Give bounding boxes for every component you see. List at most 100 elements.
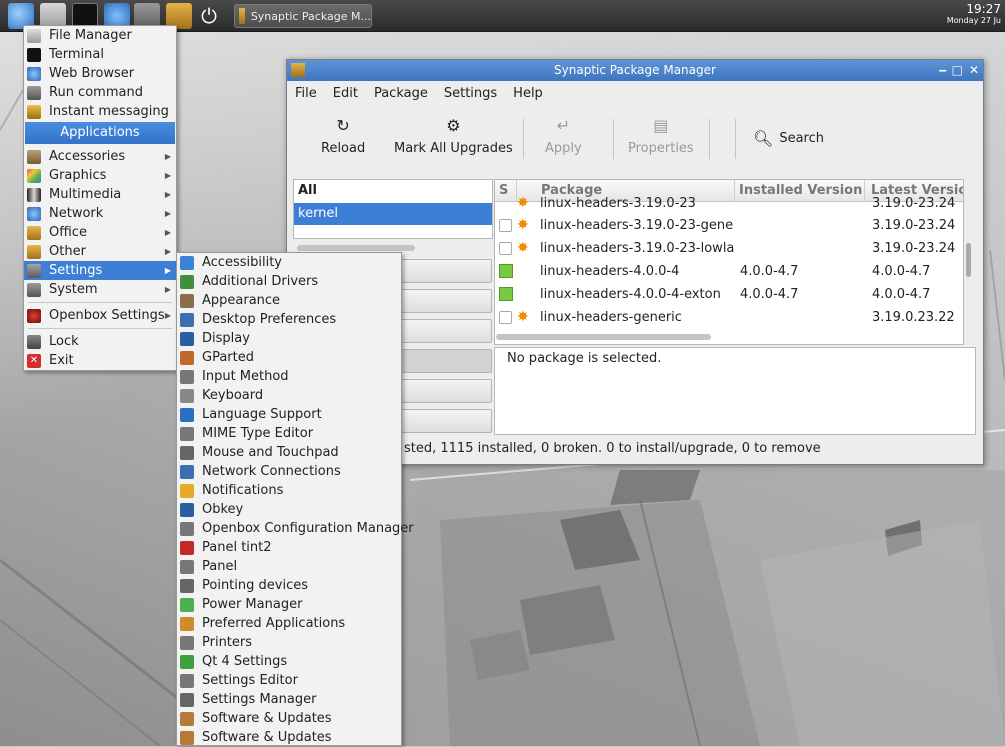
menu-edit[interactable]: Edit bbox=[325, 86, 366, 101]
menu-item-accessories[interactable]: Accessories ▶ bbox=[24, 147, 176, 166]
installed-status-icon[interactable] bbox=[499, 264, 513, 278]
menu-item-settings[interactable]: Settings ▶ bbox=[24, 261, 176, 280]
clock[interactable]: 19:27 Monday 27 Ju bbox=[947, 3, 1001, 25]
menu-item-openbox-settings[interactable]: Openbox Settings ▶ bbox=[24, 306, 176, 325]
submenu-item-display[interactable]: Display bbox=[177, 329, 401, 348]
filter-item-kernel[interactable]: kernel bbox=[294, 203, 492, 225]
table-row[interactable]: ✸ linux-headers-3.19.0-23-lowlatency 3.1… bbox=[495, 237, 963, 260]
package-details: No package is selected. bbox=[494, 347, 976, 435]
filter-item-all[interactable]: All bbox=[294, 180, 492, 202]
submenu-item-openbox-configuration-manager[interactable]: Openbox Configuration Manager bbox=[177, 519, 414, 538]
menu-item-label: Multimedia bbox=[49, 187, 122, 202]
submenu-item-panel-tint2[interactable]: Panel tint2 bbox=[177, 538, 401, 557]
search-button[interactable]: 🔍︎ Search bbox=[753, 129, 824, 148]
menu-item-label: Office bbox=[49, 225, 87, 240]
mark-all-label: Mark All Upgrades bbox=[394, 141, 513, 156]
submenu-item-appearance[interactable]: Appearance bbox=[177, 291, 401, 310]
submenu-item-settings-editor[interactable]: Settings Editor bbox=[177, 671, 401, 690]
submenu-item-power-manager[interactable]: Power Manager bbox=[177, 595, 401, 614]
menu-item-label: Instant messaging bbox=[49, 104, 169, 119]
status-checkbox[interactable] bbox=[499, 242, 512, 255]
settings-app-icon bbox=[180, 711, 194, 726]
table-row[interactable]: ✸ linux-headers-generic 3.19.0.23.22 bbox=[495, 306, 963, 329]
menu-item-exit[interactable]: ✕ Exit bbox=[24, 351, 176, 370]
submenu-item-pointing-devices[interactable]: Pointing devices bbox=[177, 576, 401, 595]
settings-app-icon bbox=[180, 350, 194, 365]
menu-item-web-browser[interactable]: Web Browser bbox=[24, 64, 176, 83]
menu-package[interactable]: Package bbox=[366, 86, 436, 101]
submenu-item-label: Network Connections bbox=[202, 464, 341, 479]
window-title: Synaptic Package Manager bbox=[554, 63, 716, 77]
installed-status-icon[interactable] bbox=[499, 287, 513, 301]
submenu-item-network-connections[interactable]: Network Connections bbox=[177, 462, 401, 481]
table-row[interactable]: linux-headers-4.0.0-4-exton 4.0.0-4.7 4.… bbox=[495, 283, 963, 306]
filter-scrollbar[interactable] bbox=[297, 245, 415, 251]
menu-item-graphics[interactable]: Graphics ▶ bbox=[24, 166, 176, 185]
menu-item-other[interactable]: Other ▶ bbox=[24, 242, 176, 261]
submenu-item-notifications[interactable]: Notifications bbox=[177, 481, 401, 500]
menu-help[interactable]: Help bbox=[505, 86, 551, 101]
package-vscrollbar[interactable] bbox=[964, 179, 974, 345]
submenu-item-printers[interactable]: Printers bbox=[177, 633, 401, 652]
menu-item-label: Settings bbox=[49, 263, 103, 278]
submenu-item-software-updates[interactable]: Software & Updates bbox=[177, 728, 401, 747]
status-checkbox[interactable] bbox=[499, 311, 512, 324]
taskbar-synaptic-button[interactable]: Synaptic Package M... bbox=[234, 4, 372, 28]
status-checkbox[interactable] bbox=[499, 219, 512, 232]
apply-icon: ↵ bbox=[556, 116, 571, 135]
chevron-right-icon: ▶ bbox=[164, 266, 171, 275]
close-icon[interactable]: ✕ bbox=[969, 60, 979, 81]
menu-item-label: Run command bbox=[49, 85, 143, 100]
submenu-item-keyboard[interactable]: Keyboard bbox=[177, 386, 401, 405]
menu-item-network[interactable]: Network ▶ bbox=[24, 204, 176, 223]
submenu-item-label: Desktop Preferences bbox=[202, 312, 337, 327]
submenu-item-label: Settings Manager bbox=[202, 692, 317, 707]
power-icon[interactable]: ⏻ bbox=[196, 3, 222, 29]
menu-item-instant-messaging[interactable]: Instant messaging bbox=[24, 102, 176, 121]
window-titlebar[interactable]: Synaptic Package Manager ‒ □ ✕ bbox=[287, 60, 983, 81]
menu-item-file-manager[interactable]: File Manager bbox=[24, 26, 176, 45]
minimize-icon[interactable]: ‒ bbox=[939, 60, 947, 81]
menu-item-terminal[interactable]: Terminal bbox=[24, 45, 176, 64]
menu-item-office[interactable]: Office ▶ bbox=[24, 223, 176, 242]
package-hscrollbar[interactable] bbox=[496, 334, 711, 340]
submenu-item-obkey[interactable]: Obkey bbox=[177, 500, 401, 519]
accessories-icon bbox=[27, 149, 41, 164]
submenu-item-additional-drivers[interactable]: Additional Drivers bbox=[177, 272, 401, 291]
submenu-item-preferred-applications[interactable]: Preferred Applications bbox=[177, 614, 401, 633]
submenu-item-label: Mouse and Touchpad bbox=[202, 445, 339, 460]
menu-item-system[interactable]: System ▶ bbox=[24, 280, 176, 299]
submenu-item-qt-4-settings[interactable]: Qt 4 Settings bbox=[177, 652, 401, 671]
menu-item-multimedia[interactable]: Multimedia ▶ bbox=[24, 185, 176, 204]
submenu-item-language-support[interactable]: Language Support bbox=[177, 405, 401, 424]
latest-version: 4.0.0-4.7 bbox=[872, 287, 931, 302]
table-row[interactable]: linux-headers-4.0.0-4 4.0.0-4.7 4.0.0-4.… bbox=[495, 260, 963, 283]
settings-app-icon bbox=[180, 730, 194, 745]
submenu-item-mime-type-editor[interactable]: MIME Type Editor bbox=[177, 424, 401, 443]
menu-item-label: Graphics bbox=[49, 168, 107, 183]
properties-button[interactable]: ▤ Properties bbox=[628, 117, 694, 157]
main-menu: File Manager Terminal Web Browser Run co… bbox=[23, 25, 177, 371]
submenu-item-input-method[interactable]: Input Method bbox=[177, 367, 401, 386]
exit-icon: ✕ bbox=[27, 353, 41, 368]
apply-button[interactable]: ↵ Apply bbox=[545, 116, 582, 157]
menu-settings[interactable]: Settings bbox=[436, 86, 505, 101]
maximize-icon[interactable]: □ bbox=[952, 60, 963, 81]
submenu-item-desktop-preferences[interactable]: Desktop Preferences bbox=[177, 310, 401, 329]
chevron-right-icon: ▶ bbox=[164, 285, 171, 294]
menu-item-label: File Manager bbox=[49, 28, 132, 43]
scroll-thumb[interactable] bbox=[966, 243, 971, 277]
submenu-item-settings-manager[interactable]: Settings Manager bbox=[177, 690, 401, 709]
submenu-item-accessibility[interactable]: Accessibility bbox=[177, 253, 401, 272]
reload-button[interactable]: ↻ Reload bbox=[321, 117, 365, 157]
menu-item-run-command[interactable]: Run command bbox=[24, 83, 176, 102]
submenu-item-gparted[interactable]: GParted bbox=[177, 348, 401, 367]
menu-file[interactable]: File bbox=[287, 86, 325, 101]
submenu-item-mouse-and-touchpad[interactable]: Mouse and Touchpad bbox=[177, 443, 401, 462]
submenu-item-panel[interactable]: Panel bbox=[177, 557, 401, 576]
chevron-right-icon: ▶ bbox=[164, 209, 171, 218]
menu-item-lock[interactable]: Lock bbox=[24, 332, 176, 351]
submenu-item-software-updates[interactable]: Software & Updates bbox=[177, 709, 401, 728]
mark-all-upgrades-button[interactable]: ⚙ Mark All Upgrades bbox=[394, 117, 513, 157]
table-row[interactable]: ✸ linux-headers-3.19.0-23-generic 3.19.0… bbox=[495, 214, 963, 237]
